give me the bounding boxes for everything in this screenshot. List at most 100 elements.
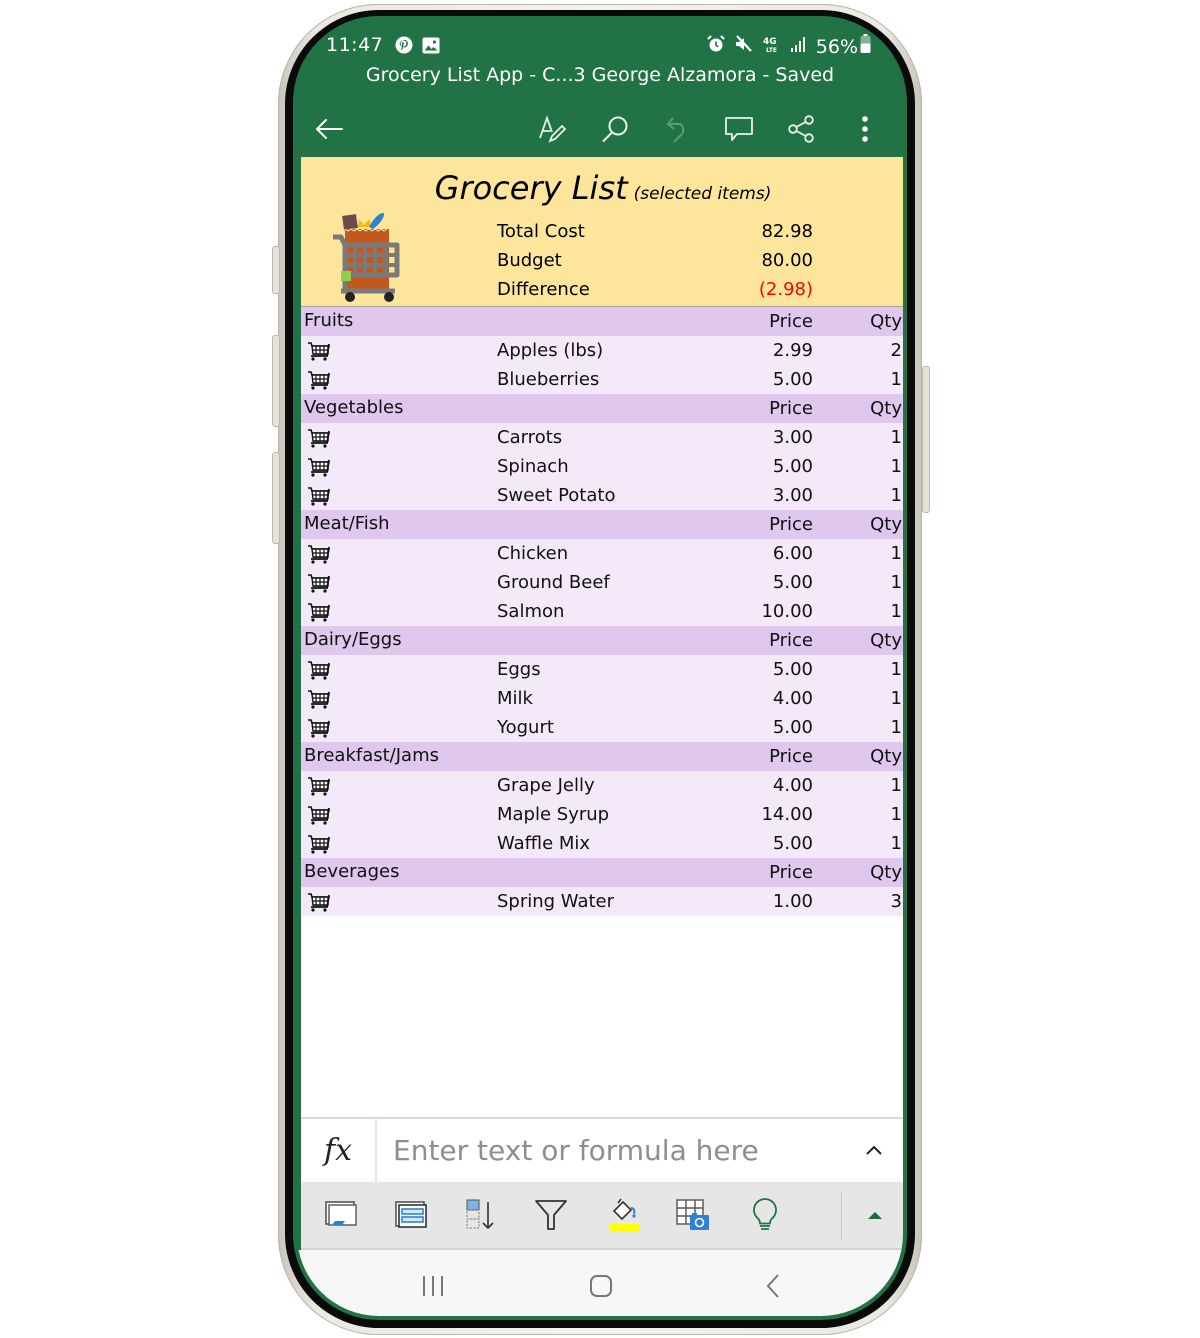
summary-row-difference: Difference (2.98) xyxy=(301,275,903,304)
ideas-icon xyxy=(753,1198,777,1230)
cart-icon xyxy=(307,835,331,854)
cart-icon xyxy=(307,371,331,390)
table-row[interactable]: Eggs 5.00 1 xyxy=(301,655,903,684)
more-options-button[interactable] xyxy=(845,110,885,148)
home-button[interactable] xyxy=(579,1268,623,1304)
table-row[interactable]: Yogurt 5.00 1 xyxy=(301,713,903,742)
item-name: Spring Water xyxy=(497,891,615,912)
svg-text:LTE: LTE xyxy=(766,47,777,53)
search-icon xyxy=(602,116,628,143)
sheet-subtitle: (selected items) xyxy=(633,184,772,204)
item-name: Blueberries xyxy=(497,369,600,390)
qty-column-header: Qty xyxy=(870,630,902,651)
svg-text:4G: 4G xyxy=(763,37,777,47)
alarm-icon xyxy=(706,35,726,58)
share-button[interactable] xyxy=(781,110,821,148)
difference-label: Difference xyxy=(497,279,590,300)
cart-icon xyxy=(307,458,331,477)
item-qty: 3 xyxy=(890,891,902,912)
signal-icon xyxy=(790,35,808,58)
mute-icon xyxy=(734,35,754,58)
summary-row-budget: Budget 80.00 xyxy=(301,246,903,275)
item-price: 1.00 xyxy=(772,891,813,912)
spreadsheet-grid[interactable]: Grocery List (selected items) Total Cost… xyxy=(301,157,903,1117)
table-row[interactable]: Waffle Mix 5.00 1 xyxy=(301,829,903,858)
cart-icon xyxy=(307,545,331,564)
category-header-row[interactable]: Vegetables Price Qty xyxy=(301,394,903,423)
table-row[interactable]: Spring Water 1.00 3 xyxy=(301,887,903,916)
table-row[interactable]: Maple Syrup 14.00 1 xyxy=(301,800,903,829)
expand-triangle-icon xyxy=(868,1212,882,1219)
table-row[interactable]: Ground Beef 5.00 1 xyxy=(301,568,903,597)
category-header-row[interactable]: Meat/Fish Price Qty xyxy=(301,510,903,539)
share-icon xyxy=(788,115,814,143)
table-row[interactable]: Sweet Potato 3.00 1 xyxy=(301,481,903,510)
item-price: 5.00 xyxy=(772,572,813,593)
category-header-row[interactable]: Dairy/Eggs Price Qty xyxy=(301,626,903,655)
system-back-button[interactable] xyxy=(751,1268,795,1304)
item-name: Apples (lbs) xyxy=(497,340,604,361)
item-name: Salmon xyxy=(497,601,565,622)
back-arrow-icon xyxy=(316,119,343,139)
difference-value: (2.98) xyxy=(758,279,813,300)
category-header-row[interactable]: Beverages Price Qty xyxy=(301,858,903,887)
item-qty: 1 xyxy=(890,688,902,709)
freeze-panes-button[interactable] xyxy=(321,1196,361,1234)
item-qty: 1 xyxy=(890,485,902,506)
search-button[interactable] xyxy=(595,110,635,148)
expand-command-bar-button[interactable] xyxy=(855,1196,895,1234)
ideas-button[interactable] xyxy=(745,1196,785,1234)
table-row[interactable]: Carrots 3.00 1 xyxy=(301,423,903,452)
cart-icon xyxy=(307,806,331,825)
expand-formula-button[interactable] xyxy=(859,1135,889,1165)
table-row[interactable]: Grape Jelly 4.00 1 xyxy=(301,771,903,800)
formula-input[interactable] xyxy=(381,1127,875,1173)
table-row[interactable]: Apples (lbs) 2.99 2 xyxy=(301,336,903,365)
item-price: 3.00 xyxy=(772,485,813,506)
category-header-row[interactable]: Fruits Price Qty xyxy=(301,307,903,336)
insert-picture-table-button[interactable] xyxy=(673,1196,713,1234)
table-row[interactable]: Salmon 10.00 1 xyxy=(301,597,903,626)
item-price: 5.00 xyxy=(772,833,813,854)
back-icon xyxy=(766,1274,779,1298)
sort-button[interactable] xyxy=(461,1196,501,1234)
total-cost-label: Total Cost xyxy=(497,221,585,242)
recents-button[interactable] xyxy=(411,1268,455,1304)
item-qty: 2 xyxy=(890,340,902,361)
item-name: Ground Beef xyxy=(497,572,610,593)
fill-color-icon xyxy=(609,1198,639,1231)
category-header-row[interactable]: Breakfast/Jams Price Qty xyxy=(301,742,903,771)
draw-button[interactable] xyxy=(533,110,573,148)
wrap-text-button[interactable] xyxy=(391,1196,431,1234)
android-nav-bar xyxy=(297,1250,903,1316)
filter-icon xyxy=(535,1200,567,1230)
fill-color-button[interactable] xyxy=(603,1196,643,1234)
table-row[interactable]: Chicken 6.00 1 xyxy=(301,539,903,568)
item-name: Grape Jelly xyxy=(497,775,595,796)
item-name: Eggs xyxy=(497,659,541,680)
status-bar: 11:47 4G LTE 56% xyxy=(297,32,903,62)
insert-picture-table-icon xyxy=(676,1199,709,1230)
comment-button[interactable] xyxy=(719,110,759,148)
price-column-header: Price xyxy=(769,514,813,535)
back-button[interactable] xyxy=(309,110,349,148)
qty-column-header: Qty xyxy=(870,311,902,332)
item-name: Milk xyxy=(497,688,533,709)
category-name: Meat/Fish xyxy=(304,513,390,534)
cart-icon xyxy=(307,893,331,912)
category-name: Breakfast/Jams xyxy=(304,745,439,766)
filter-button[interactable] xyxy=(531,1196,571,1234)
item-price: 5.00 xyxy=(772,369,813,390)
gallery-icon xyxy=(421,36,441,54)
undo-button[interactable] xyxy=(657,110,697,148)
item-name: Waffle Mix xyxy=(497,833,591,854)
app-toolbar xyxy=(297,104,903,154)
item-qty: 1 xyxy=(890,601,902,622)
table-row[interactable]: Milk 4.00 1 xyxy=(301,684,903,713)
table-row[interactable]: Spinach 5.00 1 xyxy=(301,452,903,481)
fx-icon[interactable]: fx xyxy=(301,1119,377,1182)
category-name: Fruits xyxy=(304,310,354,331)
cart-icon xyxy=(307,487,331,506)
table-row[interactable]: Blueberries 5.00 1 xyxy=(301,365,903,394)
sheet-title-row: Grocery List (selected items) xyxy=(301,169,903,207)
